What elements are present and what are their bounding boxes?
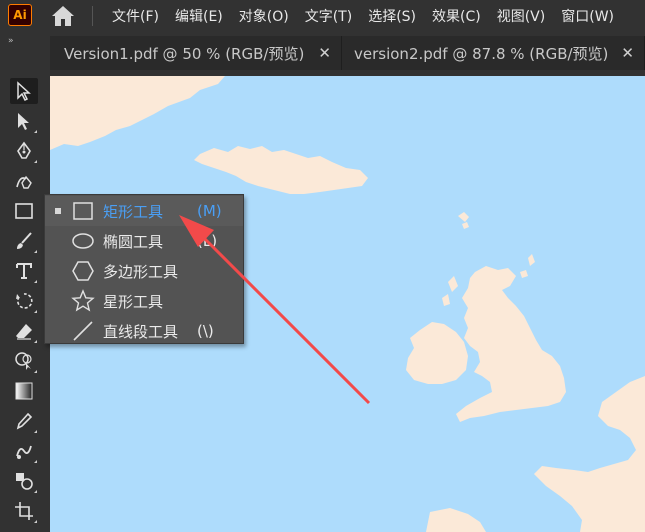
- tab-version1[interactable]: Version1.pdf @ 50 % (RGB/预览) ✕: [50, 36, 342, 70]
- menu-type[interactable]: 文字(T): [305, 6, 352, 26]
- rotate-icon: [16, 293, 33, 309]
- menu-file[interactable]: 文件(F): [112, 6, 159, 26]
- flyout-item-shortcut: (L): [197, 232, 218, 250]
- menu-view[interactable]: 视图(V): [497, 6, 546, 26]
- selection-icon: [17, 81, 31, 101]
- type-tool[interactable]: [10, 258, 38, 284]
- curvature-icon: [16, 175, 32, 189]
- tools-panel: [0, 76, 50, 532]
- rectangle-icon: [15, 203, 33, 219]
- menu-edit[interactable]: 编辑(E): [175, 6, 223, 26]
- symbol-sprayer-icon: [16, 473, 33, 490]
- star-icon: [71, 289, 95, 312]
- eraser-icon: [16, 324, 32, 340]
- more-tools-indicator: [34, 310, 37, 313]
- flyout-item-polygon[interactable]: 多边形工具: [45, 256, 243, 286]
- more-tools-indicator: [34, 460, 37, 463]
- flyout-item-ellipse[interactable]: 椭圆工具 (L): [45, 226, 243, 256]
- shape-builder-tool[interactable]: [10, 348, 38, 374]
- close-icon[interactable]: ✕: [621, 44, 634, 62]
- menu-select[interactable]: 选择(S): [368, 6, 416, 26]
- tab-label: version2.pdf @ 87.8 % (RGB/预览): [354, 44, 609, 63]
- menu-divider: [92, 6, 93, 26]
- rectangle-tool[interactable]: [10, 198, 38, 224]
- pen-icon: [17, 141, 31, 159]
- selection-tool[interactable]: [10, 78, 38, 104]
- eyedropper-tool[interactable]: [10, 408, 38, 434]
- more-tools-indicator: [34, 370, 37, 373]
- menu-object[interactable]: 对象(O): [239, 6, 289, 26]
- pen-tool[interactable]: [10, 138, 38, 164]
- artboard-icon: [15, 502, 33, 520]
- current-tool-bullet: [55, 208, 61, 214]
- more-tools-indicator: [34, 160, 37, 163]
- home-icon[interactable]: [50, 5, 76, 27]
- flyout-item-label: 星形工具: [103, 292, 164, 311]
- flyout-item-label: 矩形工具: [103, 202, 164, 221]
- rotate-tool[interactable]: [10, 288, 38, 314]
- polygon-icon: [72, 261, 94, 281]
- more-tools-indicator: [34, 130, 37, 133]
- eyedropper-icon: [16, 412, 33, 430]
- more-tools-indicator: [34, 250, 37, 253]
- rectangle-tool-flyout: 矩形工具 (M) 椭圆工具 (L) 多边形工具 星形工具 直线段工具 (\): [44, 194, 244, 344]
- paintbrush-icon: [17, 232, 32, 249]
- blend-icon: [16, 445, 32, 459]
- artboard-tool[interactable]: [10, 498, 38, 524]
- panel-collapse-icon[interactable]: »: [8, 36, 13, 46]
- flyout-item-line-segment[interactable]: 直线段工具 (\): [45, 316, 243, 346]
- flyout-item-label: 直线段工具: [103, 322, 179, 341]
- more-tools-indicator: [34, 280, 37, 283]
- direct-selection-icon: [18, 113, 29, 130]
- more-tools-indicator: [34, 340, 37, 343]
- tab-label: Version1.pdf @ 50 % (RGB/预览): [64, 44, 305, 63]
- menu-bar: Ai 文件(F) 编辑(E) 对象(O) 文字(T) 选择(S) 效果(C) 视…: [0, 0, 645, 32]
- menu-effect[interactable]: 效果(C): [432, 6, 481, 26]
- ellipse-icon: [72, 233, 94, 249]
- flyout-item-shortcut: (M): [197, 202, 222, 220]
- menu-items: 文件(F) 编辑(E) 对象(O) 文字(T) 选择(S) 效果(C) 视图(V…: [112, 0, 630, 32]
- more-tools-indicator: [34, 490, 37, 493]
- type-icon: [16, 263, 32, 279]
- menu-window[interactable]: 窗口(W): [561, 6, 614, 26]
- app-logo: Ai: [8, 4, 32, 26]
- flyout-item-star[interactable]: 星形工具: [45, 286, 243, 316]
- symbol-sprayer-tool[interactable]: [10, 468, 38, 494]
- gradient-tool[interactable]: [10, 378, 38, 404]
- more-tools-indicator: [34, 520, 37, 523]
- line-icon: [73, 321, 93, 341]
- shape-builder-icon: [15, 352, 32, 370]
- more-tools-indicator: [34, 430, 37, 433]
- blend-tool[interactable]: [10, 438, 38, 464]
- curvature-tool[interactable]: [10, 168, 38, 194]
- paintbrush-tool[interactable]: [10, 228, 38, 254]
- gradient-icon: [15, 382, 33, 400]
- close-icon[interactable]: ✕: [318, 44, 331, 62]
- rectangle-icon: [73, 202, 93, 220]
- eraser-tool[interactable]: [10, 318, 38, 344]
- flyout-item-label: 椭圆工具: [103, 232, 164, 251]
- flyout-item-rectangle[interactable]: 矩形工具 (M): [45, 196, 243, 226]
- flyout-item-shortcut: (\): [197, 322, 214, 340]
- flyout-item-label: 多边形工具: [103, 262, 179, 281]
- direct-selection-tool[interactable]: [10, 108, 38, 134]
- tab-version2[interactable]: version2.pdf @ 87.8 % (RGB/预览) ✕: [342, 36, 645, 70]
